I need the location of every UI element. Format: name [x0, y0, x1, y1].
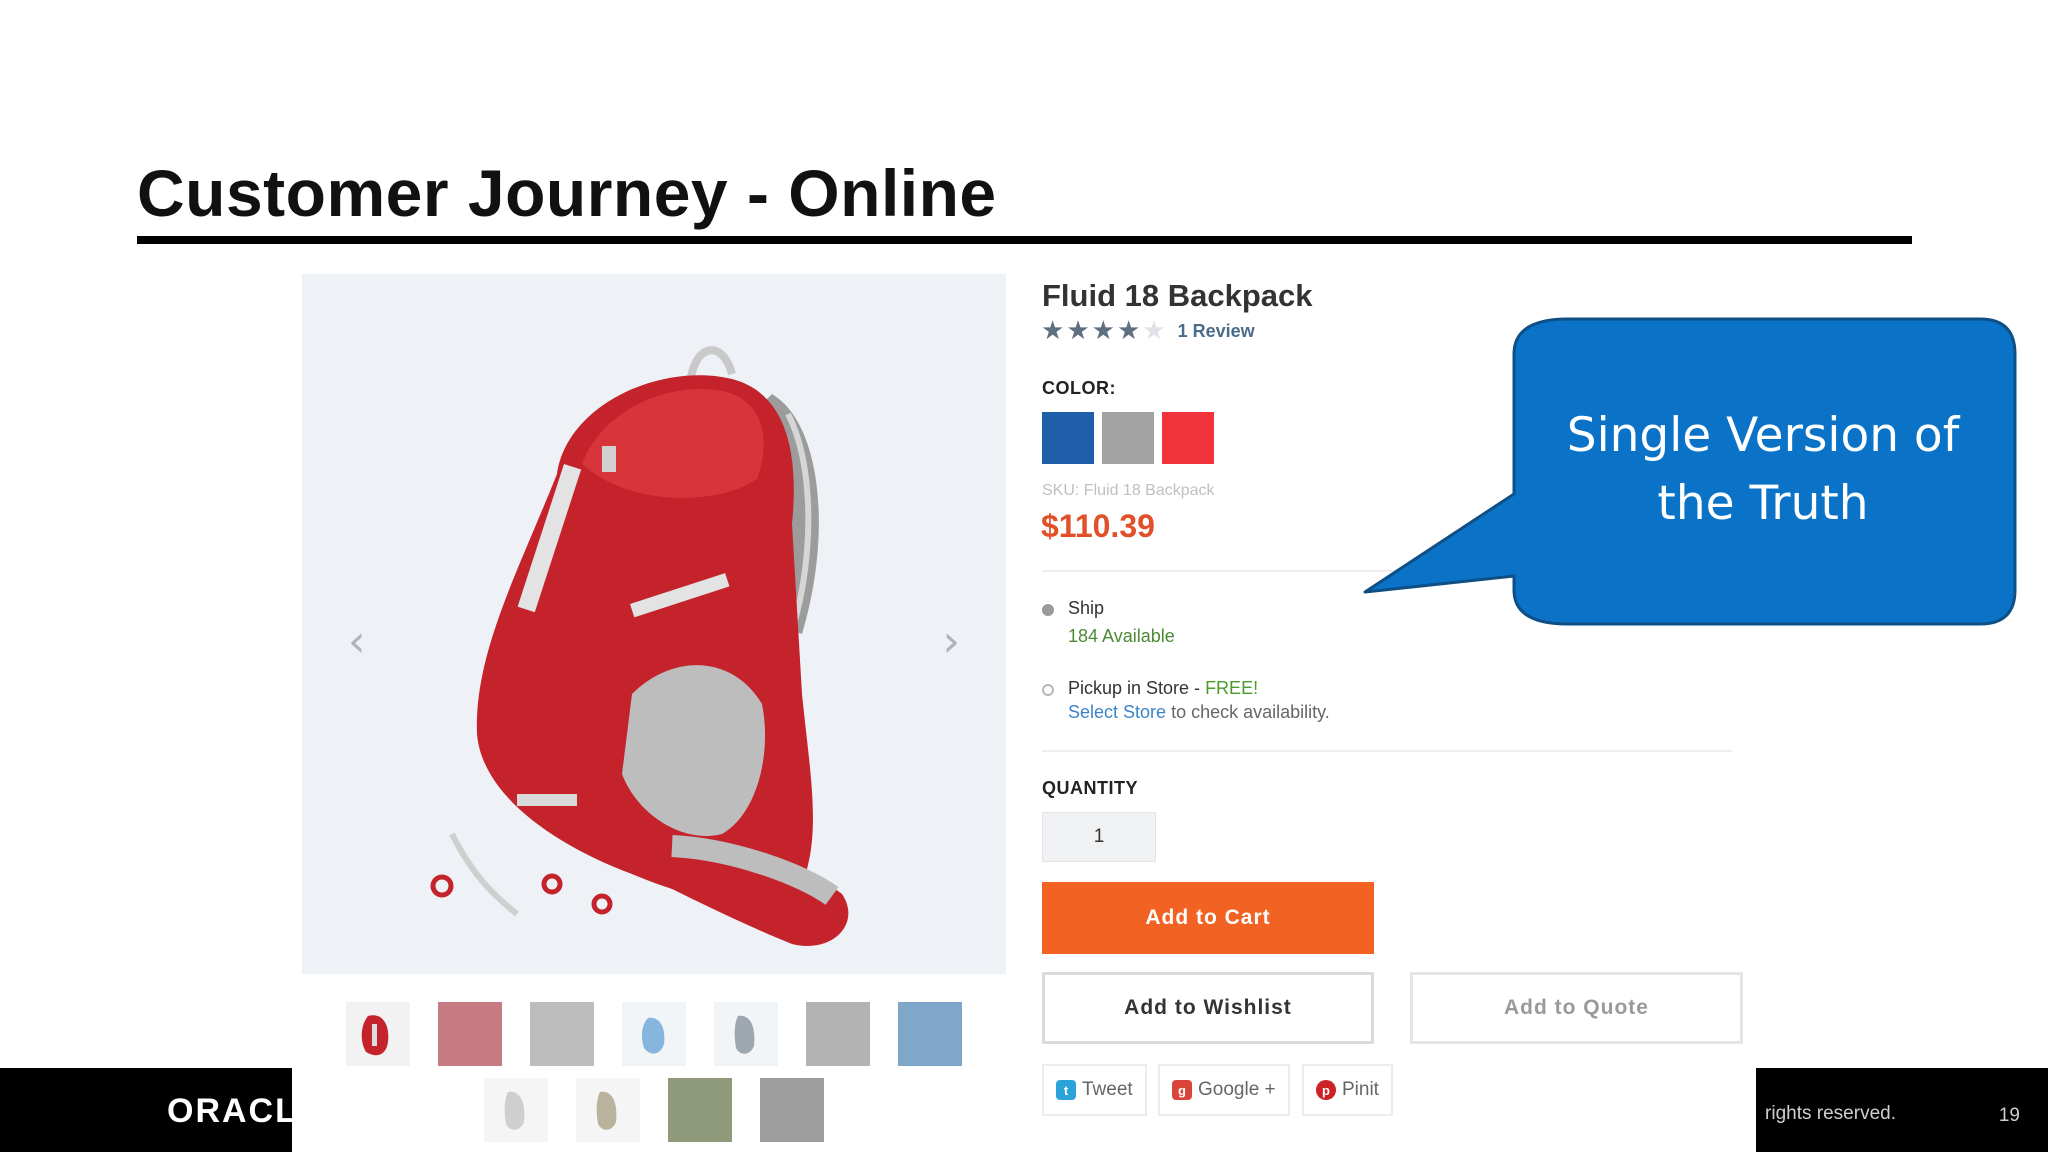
add-to-quote-button[interactable]: Add to Quote — [1410, 972, 1743, 1044]
thumbnail[interactable] — [760, 1078, 824, 1142]
pinit-label: Pinit — [1342, 1079, 1379, 1100]
divider — [1042, 750, 1732, 752]
backpack-image — [430, 346, 849, 946]
star-icon: ★ — [1091, 316, 1115, 346]
chevron-right-icon[interactable]: › — [942, 620, 960, 664]
thumbnail[interactable] — [898, 1002, 962, 1066]
pinit-button[interactable]: p Pinit — [1302, 1064, 1393, 1116]
thumbnail[interactable] — [484, 1078, 548, 1142]
select-store-line: Select Store to check availability. — [1068, 702, 1330, 723]
google-plus-button[interactable]: g Google + — [1158, 1064, 1290, 1116]
ship-radio[interactable] — [1042, 604, 1054, 616]
pinterest-icon: p — [1316, 1080, 1336, 1100]
thumbnail[interactable] — [438, 1002, 502, 1066]
callout-text: Single Version of the Truth — [1513, 402, 2013, 538]
product-image-carousel: ‹ › — [302, 274, 1006, 974]
select-store-link[interactable]: Select Store — [1068, 702, 1166, 722]
title-underline — [137, 236, 1912, 244]
thumbnail[interactable] — [806, 1002, 870, 1066]
star-icon: ★ — [1116, 316, 1141, 346]
product-title: Fluid 18 Backpack — [1042, 278, 1313, 313]
thumbnail[interactable] — [576, 1078, 640, 1142]
star-icon: ★ — [1041, 316, 1065, 346]
google-label: Google + — [1198, 1079, 1276, 1100]
swatch-gray[interactable] — [1102, 412, 1154, 464]
swatch-red[interactable] — [1162, 412, 1214, 464]
thumbnail[interactable] — [714, 1002, 778, 1066]
quantity-input[interactable]: 1 — [1042, 812, 1156, 862]
price: $110.39 — [1041, 508, 1155, 544]
star-icon: ★ — [1066, 316, 1090, 346]
ship-label: Ship — [1068, 598, 1105, 618]
thumbnail[interactable] — [622, 1002, 686, 1066]
footer-copyright: rights reserved. — [1765, 1103, 1896, 1124]
sku: SKU: Fluid 18 Backpack — [1042, 482, 1215, 499]
callout-line-1: Single Version of — [1566, 408, 1960, 463]
pickup-free-text: FREE! — [1205, 678, 1259, 698]
select-store-suffix: to check availability. — [1166, 702, 1330, 722]
star-empty-icon: ★ — [1142, 316, 1166, 346]
pickup-label: Pickup in Store - — [1068, 678, 1206, 698]
twitter-icon: t — [1056, 1080, 1076, 1100]
thumbnail[interactable] — [668, 1078, 732, 1142]
rating: ★ ★ ★ ★ ★ 1 Review — [1041, 318, 1255, 344]
ship-availability: 184 Available — [1068, 626, 1175, 646]
thumbnail[interactable] — [346, 1002, 410, 1066]
tweet-button[interactable]: t Tweet — [1042, 1064, 1147, 1116]
thumbnail[interactable] — [530, 1002, 594, 1066]
slide-title: Customer Journey - Online — [137, 156, 997, 230]
review-link[interactable]: 1 Review — [1178, 321, 1255, 342]
page-number: 19 — [1998, 1105, 2020, 1126]
pickup-radio[interactable] — [1042, 684, 1054, 696]
chevron-left-icon[interactable]: ‹ — [348, 620, 366, 664]
tweet-label: Tweet — [1082, 1079, 1133, 1100]
google-plus-icon: g — [1172, 1080, 1192, 1100]
add-to-wishlist-button[interactable]: Add to Wishlist — [1042, 972, 1374, 1044]
pickup-option: Pickup in Store - FREE! — [1068, 678, 1258, 699]
swatch-blue[interactable] — [1042, 412, 1094, 464]
quantity-label: QUANTITY — [1042, 778, 1138, 798]
callout-line-2: the Truth — [1657, 476, 1869, 531]
add-to-cart-button[interactable]: Add to Cart — [1042, 882, 1374, 954]
color-label: COLOR: — [1042, 378, 1116, 398]
oracle-logo: ORACLE — [167, 1092, 292, 1130]
